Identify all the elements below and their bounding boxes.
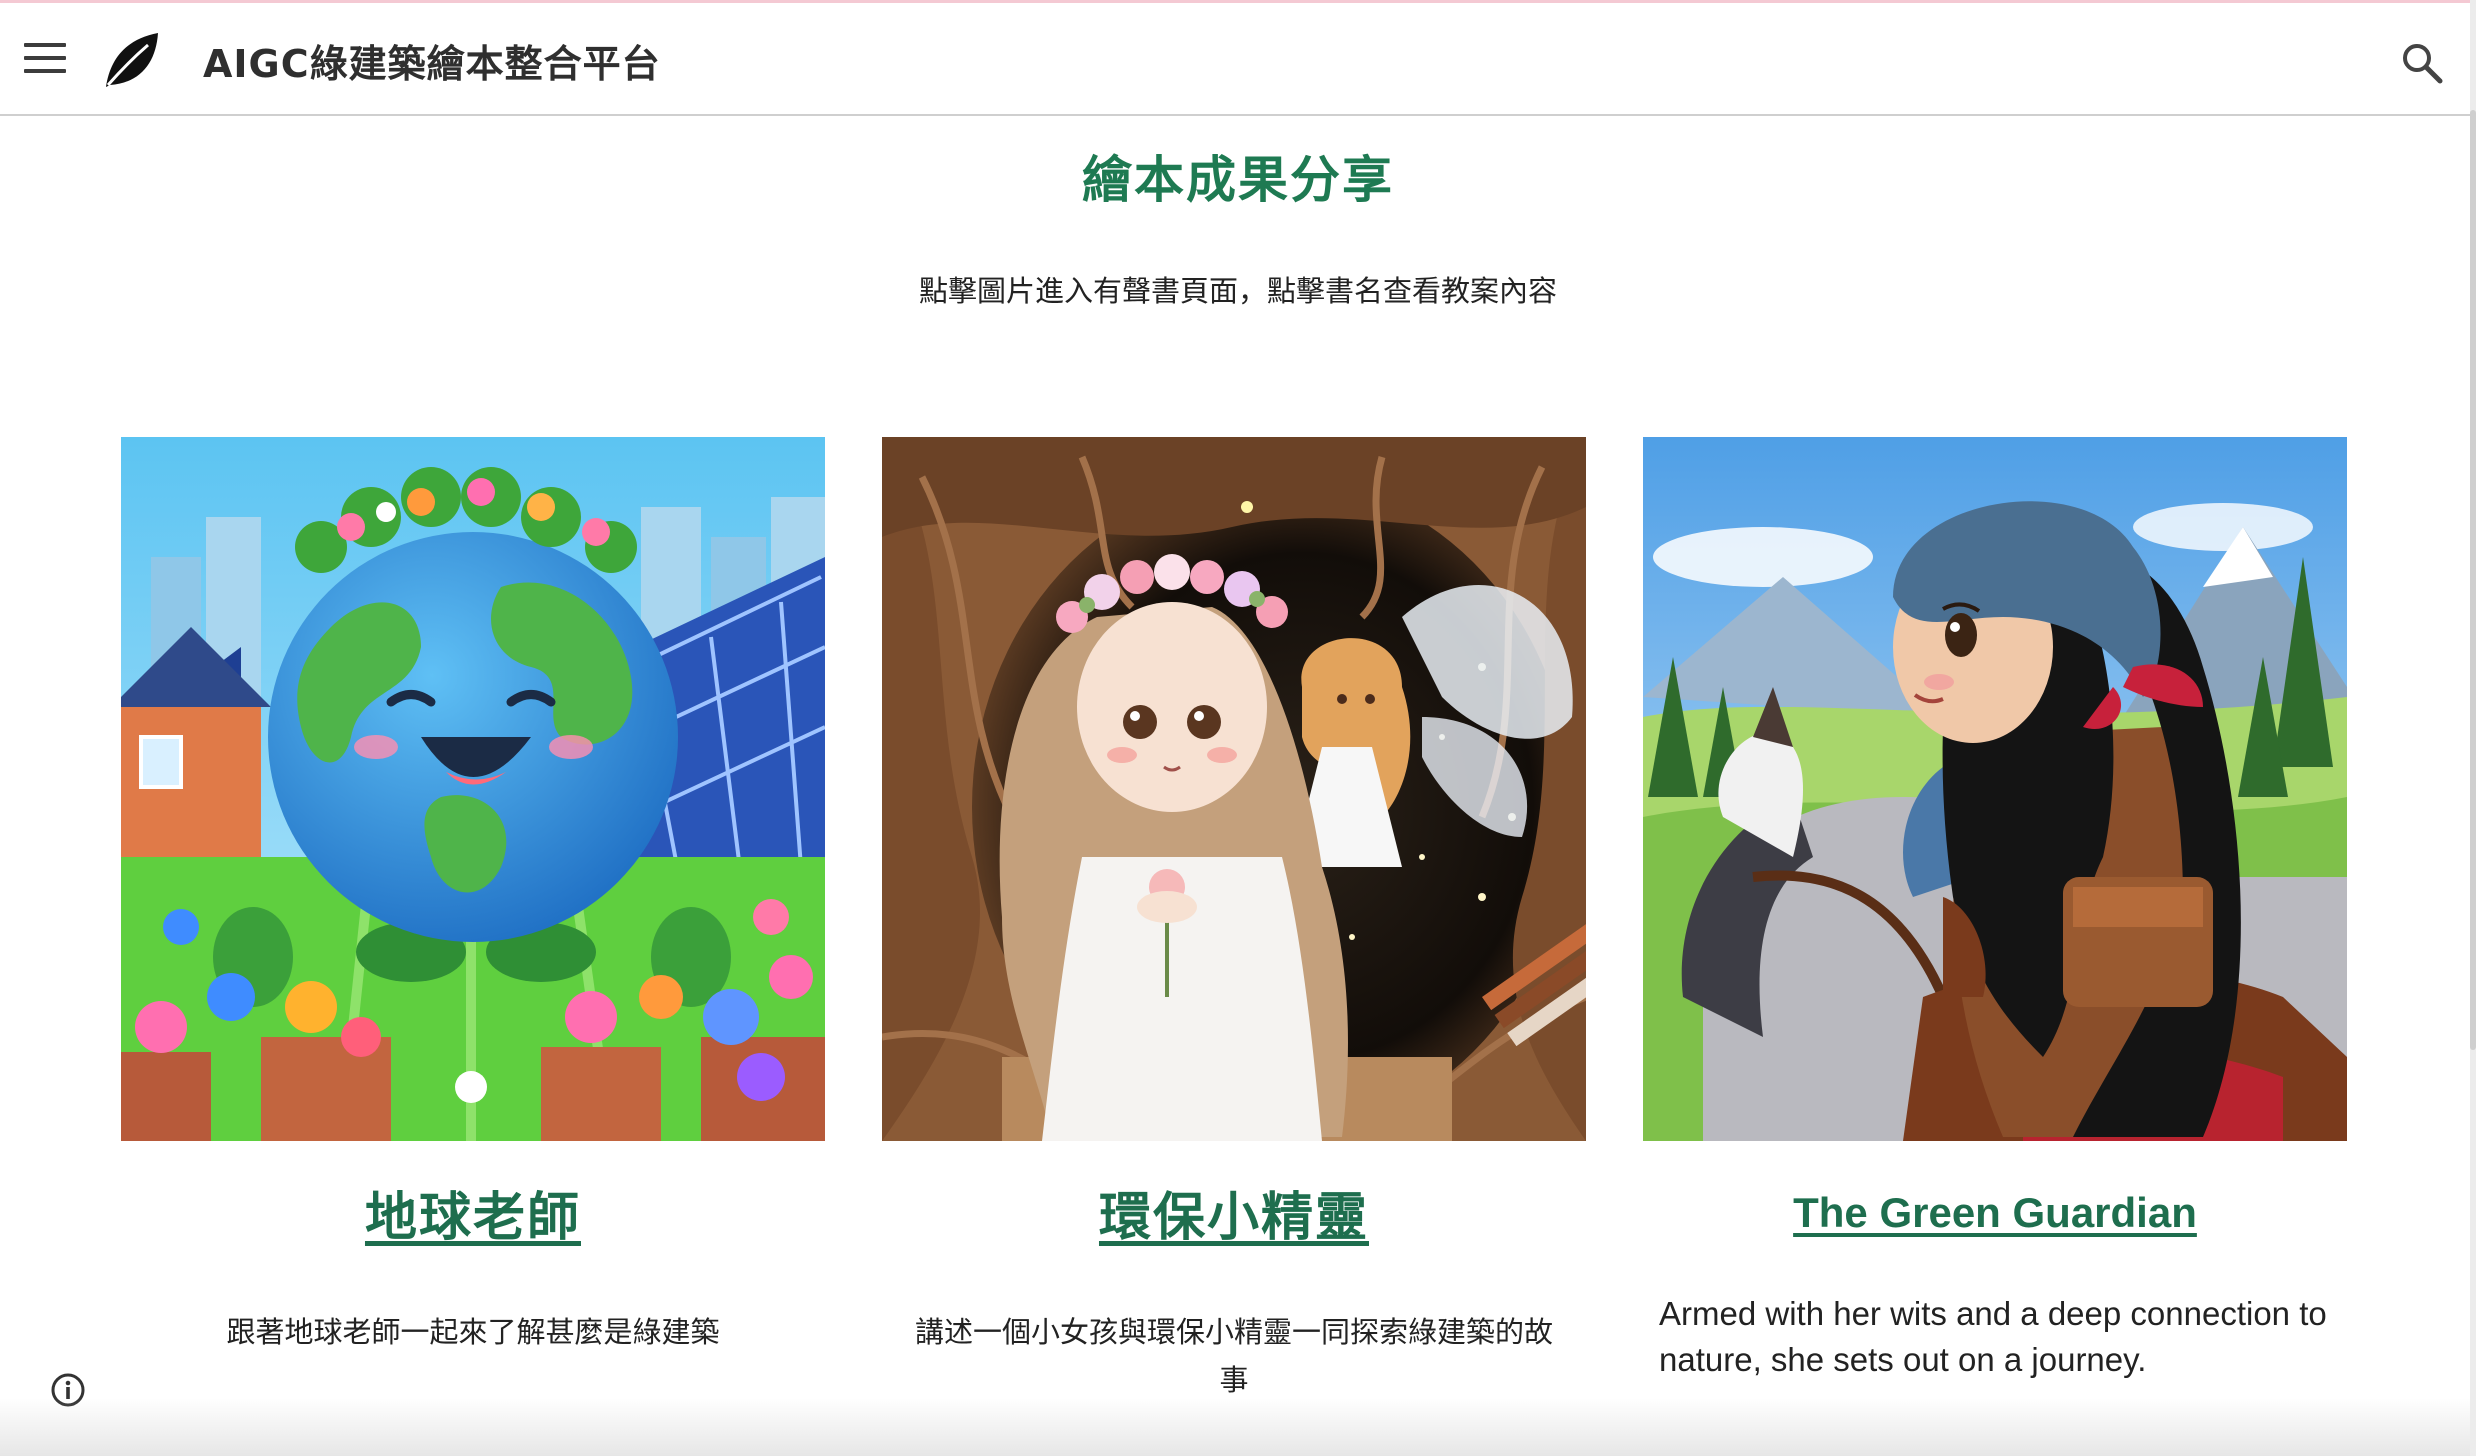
hamburger-menu-icon[interactable] [24, 43, 66, 77]
book-cover-green-guardian[interactable] [1643, 437, 2347, 1141]
book-description: 講述一個小女孩與環保小精靈一同探索綠建築的故 事 [882, 1308, 1586, 1404]
section-title: 繪本成果分享 [1082, 151, 1394, 209]
book-description: Armed with her wits and a deep connectio… [1643, 1291, 2347, 1383]
bottom-fade [0, 1398, 2470, 1456]
book-card-earth-teacher: 地球老師 跟著地球老師一起來了解甚麼是綠建築 [121, 437, 825, 1356]
site-title[interactable]: AIGC綠建築繪本整合平台 [203, 33, 661, 88]
site-header: AIGC綠建築繪本整合平台 [0, 3, 2470, 116]
book-title-link[interactable]: 地球老師 [121, 1175, 825, 1250]
book-title-link[interactable]: The Green Guardian [1643, 1189, 2347, 1237]
section-subtitle: 點擊圖片進入有聲書頁面，點擊書名查看教案內容 [918, 274, 1557, 308]
book-cover-earth-teacher[interactable] [121, 437, 825, 1141]
book-card-green-guardian: The Green Guardian Armed with her wits a… [1643, 437, 2347, 1383]
book-cover-eco-fairy[interactable] [882, 437, 1586, 1141]
book-description-line: nature, she sets out on a journey. [1659, 1341, 2147, 1378]
page-scrollbar-thumb[interactable] [2470, 110, 2476, 1050]
leaf-icon[interactable] [100, 29, 162, 91]
book-card-eco-fairy: 環保小精靈 講述一個小女孩與環保小精靈一同探索綠建築的故 事 [882, 437, 1586, 1404]
book-description-line: 事 [1219, 1363, 1249, 1397]
book-title-link[interactable]: 環保小精靈 [882, 1175, 1586, 1250]
book-description-line: 講述一個小女孩與環保小精靈一同探索綠建築的故 [914, 1315, 1553, 1349]
info-icon[interactable] [50, 1372, 86, 1408]
book-description-line: Armed with her wits and a deep connectio… [1659, 1295, 2327, 1332]
search-icon[interactable] [2400, 41, 2444, 85]
book-description: 跟著地球老師一起來了解甚麼是綠建築 [226, 1315, 720, 1349]
